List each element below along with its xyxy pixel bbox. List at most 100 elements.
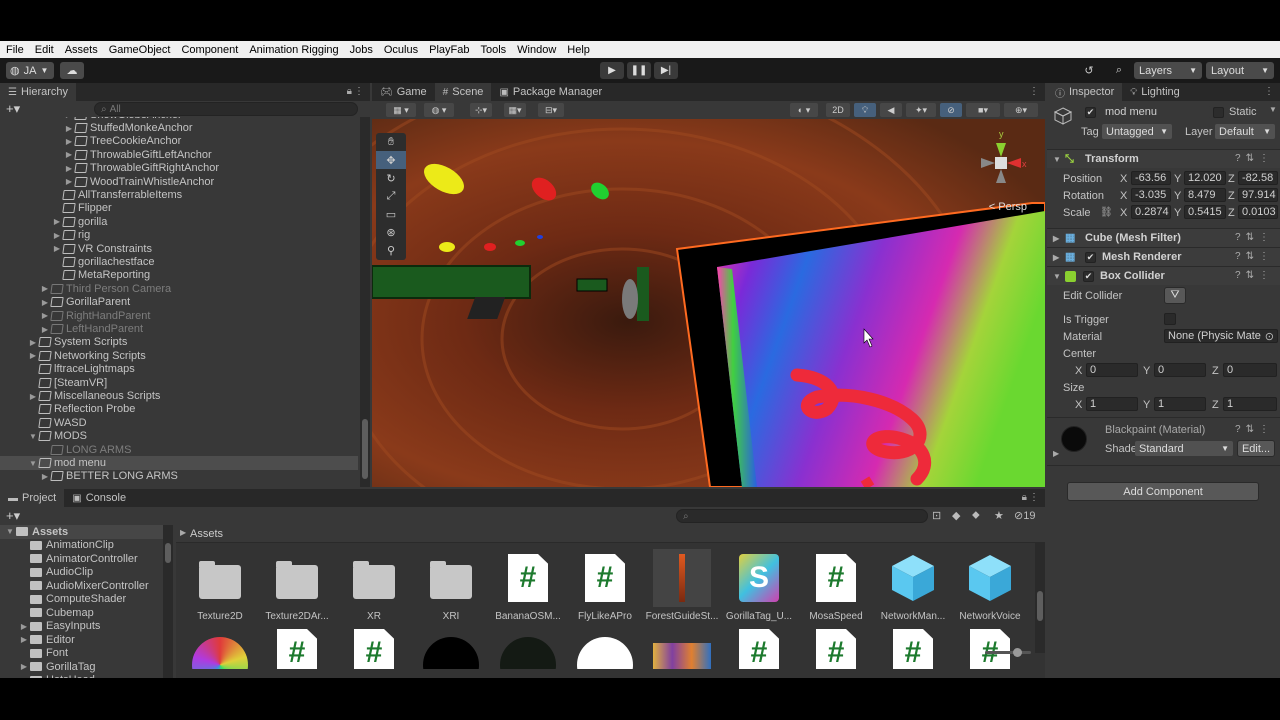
lock-icon[interactable]: 🔒︎ [1022,492,1027,503]
rotate-tool-icon[interactable]: ↻ [376,169,406,187]
menu-item-window[interactable]: Window [517,44,556,56]
thumbnail-size-slider[interactable] [985,648,1031,657]
foldout-closed-icon[interactable]: ▶ [52,217,62,226]
hierarchy-item[interactable]: ▶ LeftHandParent [0,322,358,335]
play-button[interactable]: ▶ [600,62,624,79]
scale-tool-icon[interactable]: ⤢ [376,187,406,205]
project-folder-item[interactable]: Font [0,647,68,661]
hierarchy-item[interactable]: MetaReporting [0,269,358,282]
tab-lighting[interactable]: 💡︎ Lighting [1122,83,1188,101]
asset-tile[interactable]: ForestGuideSt... [645,549,719,627]
cloud-icon[interactable]: ☁ [60,62,84,79]
asset-tile[interactable]: XRI [414,549,488,627]
center-x-field[interactable]: 0 [1086,363,1138,377]
center-y-field[interactable]: 0 [1154,363,1206,377]
foldout-closed-icon[interactable]: ▶ [40,325,50,334]
render-mode-dropdown[interactable]: ◍ ▾ [424,103,454,117]
is-trigger-checkbox[interactable] [1164,313,1176,325]
hierarchy-item[interactable]: ▶ Networking Scripts [0,349,358,362]
more-menu-icon[interactable]: ⋮ [1029,86,1039,97]
hierarchy-item[interactable]: ▶ RightHandParent [0,309,358,322]
hierarchy-item[interactable]: ▼ MODS [0,430,358,443]
scale-x-field[interactable]: 0.2874 [1131,205,1171,219]
increment-snap-toggle[interactable]: ⊟▾ [538,103,564,117]
material-actions-icon[interactable]: ?⇅⋮ [1235,424,1274,435]
asset-tile[interactable] [491,629,565,669]
menu-item-gameobject[interactable]: GameObject [109,44,171,56]
asset-tile[interactable]: S GorillaTag_U... [722,549,796,627]
box-collider-component-header[interactable]: ▼ ✔ Box Collider ?⇅⋮ [1047,266,1280,285]
project-folder-item[interactable]: ComputeShader [0,593,126,607]
hierarchy-item[interactable]: ▶ TreeCookieAnchor [0,135,358,148]
breadcrumb[interactable]: Assets [190,528,223,540]
tab-project[interactable]: ▬ Project [0,489,65,507]
project-folder-item[interactable]: AnimationClip [0,539,114,553]
scene-viewport[interactable]: ✋︎ ✥ ↻ ⤢ ▭ ⊛ ⚲ y x < Persp [372,119,1045,487]
mesh-renderer-component-header[interactable]: ▶ ▦ ✔ Mesh Renderer ?⇅⋮ [1047,247,1280,266]
asset-tile[interactable]: # [260,629,334,669]
shader-dropdown[interactable]: Standard ▼ [1135,441,1233,456]
size-z-field[interactable]: 1 [1223,397,1277,411]
rotation-y-field[interactable]: 8.479 [1184,188,1226,202]
hierarchy-search-input[interactable]: ⌕ All [94,102,358,116]
project-tree-scrollbar[interactable] [163,525,173,678]
position-z-field[interactable]: -82.58 [1238,171,1278,185]
asset-tile[interactable]: # MosaSpeed [799,549,873,627]
menu-item-file[interactable]: File [6,44,24,56]
size-y-field[interactable]: 1 [1154,397,1206,411]
hierarchy-item[interactable]: ▶ gorilla [0,215,358,228]
transform-component-header[interactable]: ▼ ⤡ Transform ?⇅⋮ [1047,149,1280,168]
tab-inspector[interactable]: ⓘ Inspector [1047,83,1123,101]
foldout-closed-icon[interactable]: ▶ [64,117,74,119]
hierarchy-item[interactable]: ▶ ThrowableGiftLeftAnchor [0,148,358,161]
project-folder-item[interactable]: AudioMixerController [0,579,149,593]
object-picker-icon[interactable]: ⊙ [1265,330,1274,342]
project-folder-item[interactable]: ▶ EasyInputs [0,620,101,634]
project-folder-item[interactable]: ▼ Assets [0,525,163,539]
component-actions-icon[interactable]: ?⇅⋮ [1235,270,1274,281]
hierarchy-scrollbar[interactable] [360,117,370,487]
hierarchy-item[interactable]: WASD [0,416,358,429]
foldout-closed-icon[interactable]: ▶ [64,177,74,186]
asset-tile[interactable]: XR [337,549,411,627]
foldout-closed-icon[interactable]: ▶ [64,137,74,146]
foldout-open-icon[interactable]: ▼ [28,432,38,441]
pause-button[interactable]: ❚❚ [627,62,651,79]
asset-tile[interactable]: Texture2DAr... [260,549,334,627]
asset-tile[interactable] [414,629,488,669]
menu-item-oculus[interactable]: Oculus [384,44,418,56]
hierarchy-item[interactable]: ▶ StuffedMonkeAnchor [0,121,358,134]
menu-item-animation-rigging[interactable]: Animation Rigging [249,44,338,56]
hierarchy-item[interactable]: LONG ARMS [0,443,358,456]
hidden-objects-toggle[interactable]: ⊘ [940,103,962,117]
chevron-down-icon[interactable]: ▼ [1269,105,1277,114]
hierarchy-item[interactable]: ▶ Third Person Camera [0,282,358,295]
add-component-button[interactable]: Add Component [1067,482,1259,501]
lighting-toggle[interactable]: 💡︎ [854,103,876,117]
hierarchy-item[interactable]: AllTransferrableItems [0,188,358,201]
add-icon[interactable]: +▾ [6,508,20,524]
enabled-checkbox[interactable]: ✔ [1083,270,1094,282]
hierarchy-item[interactable]: ▶ BETTER LONG ARMS [0,470,358,483]
hidden-count-badge[interactable]: ⊘19 [1014,509,1035,522]
audio-toggle[interactable]: ◀︎ [880,103,902,117]
menu-item-component[interactable]: Component [181,44,238,56]
position-y-field[interactable]: 12.020 [1184,171,1226,185]
size-x-field[interactable]: 1 [1086,397,1138,411]
hierarchy-item[interactable]: ▶ System Scripts [0,336,358,349]
shader-edit-button[interactable]: Edit... [1237,440,1275,457]
grid-snap-toggle[interactable]: ▦▾ [504,103,526,117]
mode-2d-toggle[interactable]: 2D [826,103,850,117]
hierarchy-item[interactable]: Reflection Probe [0,403,358,416]
asset-tile[interactable] [645,629,719,669]
draw-mode-dropdown[interactable]: ▦ ▾ [386,103,416,117]
asset-tile[interactable] [183,629,257,669]
more-menu-icon[interactable]: ⋮ [1029,492,1039,503]
foldout-closed-icon[interactable]: ▶ [40,311,50,320]
foldout-closed-icon[interactable]: ▶ [64,164,74,173]
foldout-closed-icon[interactable]: ▶ [40,472,50,481]
rotation-x-field[interactable]: -3.035 [1131,188,1171,202]
menu-item-assets[interactable]: Assets [65,44,98,56]
persp-label[interactable]: < Persp [989,201,1027,213]
hierarchy-item[interactable]: ▶ WoodTrainWhistleAnchor [0,175,358,188]
